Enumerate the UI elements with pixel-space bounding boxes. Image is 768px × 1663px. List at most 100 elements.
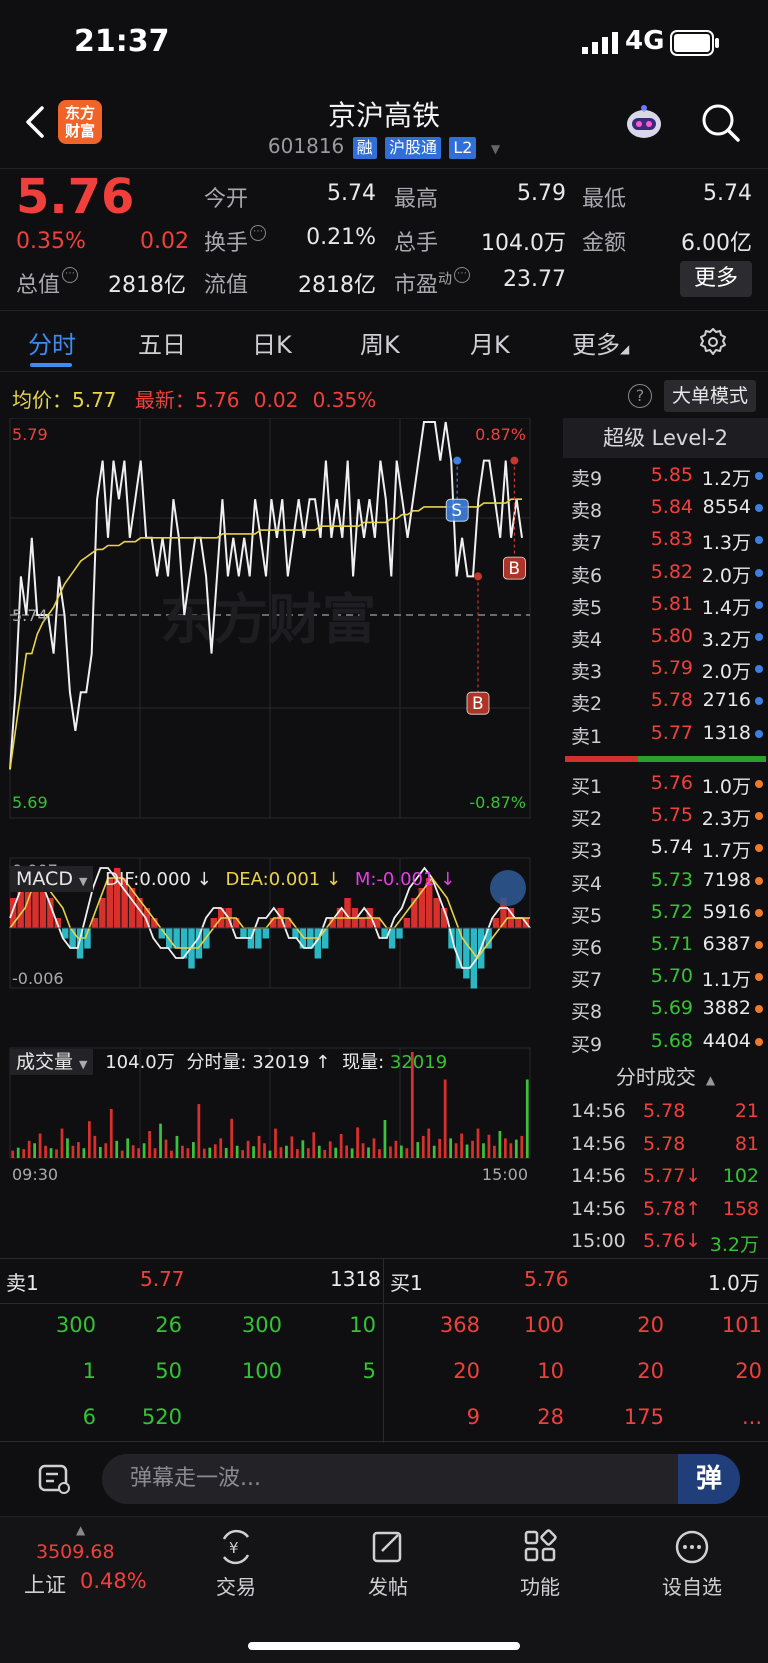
nav-add-watchlist[interactable]: 设自选 <box>632 1529 752 1600</box>
bid-row[interactable]: 买7 5.70 1.1万 <box>563 961 768 993</box>
tag-connect: 沪股通 <box>385 137 442 159</box>
book-volume: 2.0万 <box>701 661 751 684</box>
volume-bar <box>350 1148 354 1158</box>
book-volume: 4404 <box>702 1029 751 1052</box>
volume-bar <box>208 1147 212 1158</box>
book-price: 5.76 <box>650 772 693 794</box>
marker-dot <box>474 572 482 581</box>
ask-row[interactable]: 卖9 5.85 1.2万 <box>563 460 768 492</box>
nav-post[interactable]: 发帖 <box>328 1529 448 1600</box>
volume-bar <box>383 1119 387 1158</box>
nav-trade[interactable]: ¥ 交易 <box>176 1529 296 1600</box>
bid-row[interactable]: 买1 5.76 1.0万 <box>563 768 768 800</box>
book-price: 5.71 <box>650 933 693 955</box>
pe-value: 23.77 <box>503 267 566 292</box>
comment-list-icon[interactable] <box>38 1462 72 1496</box>
info-icon: ⋯ <box>62 267 79 283</box>
bid-row[interactable]: 买4 5.73 7198 <box>563 865 768 897</box>
index-name: 上证 <box>24 1573 66 1597</box>
ask-row[interactable]: 卖7 5.83 1.3万 <box>563 524 768 556</box>
level2-title[interactable]: 超级 Level-2 <box>563 418 768 458</box>
bid-row[interactable]: 买9 5.68 4404 <box>563 1026 768 1058</box>
bid-row[interactable]: 买8 5.69 3882 <box>563 993 768 1025</box>
volume-bar <box>471 1140 474 1158</box>
y-axis-ref: 5.74 <box>12 606 48 625</box>
queue-sell-order: 100 <box>241 1359 282 1383</box>
tab-daily-k[interactable]: 日K <box>252 325 292 360</box>
volume-bar <box>263 1143 266 1158</box>
pct-axis-top: 0.87% <box>475 425 526 444</box>
volume-selector[interactable]: 成交量 ▼ <box>10 1049 94 1075</box>
book-volume: 1318 <box>702 721 751 744</box>
macd-bar <box>463 928 470 979</box>
volume-bar <box>296 1149 299 1158</box>
volume-bar <box>476 1128 480 1158</box>
trade-row: 14:56 5.78 81 <box>563 1129 768 1161</box>
info-icon: ⋯ <box>454 267 471 283</box>
pe-label[interactable]: 市盈动 ⋯ <box>394 267 471 299</box>
tab-weekly-k[interactable]: 周K <box>360 325 400 360</box>
macd-selector[interactable]: MACD ▼ <box>10 866 94 892</box>
ask-row[interactable]: 卖3 5.79 2.0万 <box>563 653 768 685</box>
bid-row[interactable]: 买5 5.72 5916 <box>563 897 768 929</box>
queue-buy-order: 20 <box>637 1359 664 1383</box>
book-dot <box>755 568 763 577</box>
comment-bar: 弹幕走一波... 弹 <box>0 1442 768 1516</box>
book-price: 5.83 <box>650 528 693 551</box>
robot-assistant-icon[interactable] <box>622 102 666 146</box>
book-level: 买5 <box>571 904 603 927</box>
volume-bar <box>525 1079 529 1158</box>
last-change: 0.02 <box>253 388 299 412</box>
ask-row[interactable]: 卖2 5.78 2716 <box>563 685 768 717</box>
bid-row[interactable]: 买2 5.75 2.3万 <box>563 800 768 832</box>
volume-bar <box>306 1148 310 1158</box>
tab-intraday[interactable]: 分时 <box>28 325 76 360</box>
ask-row[interactable]: 卖8 5.84 8554 <box>563 492 768 524</box>
volume-bar <box>170 1150 173 1158</box>
volume-bar <box>197 1104 201 1158</box>
ask-row[interactable]: 卖1 5.77 1318 <box>563 718 768 750</box>
book-level: 卖2 <box>571 693 603 716</box>
trade-icon: ¥ <box>222 1529 250 1565</box>
tab-monthly-k[interactable]: 月K <box>470 325 510 360</box>
ask-row[interactable]: 卖5 5.81 1.4万 <box>563 589 768 621</box>
tab-more[interactable]: 更多◢ <box>572 325 629 360</box>
low-value: 5.74 <box>703 181 752 206</box>
ask-row[interactable]: 卖6 5.82 2.0万 <box>563 557 768 589</box>
book-price: 5.81 <box>650 592 693 615</box>
marker-label: S <box>451 501 462 521</box>
more-button[interactable]: 更多 <box>680 261 752 297</box>
book-volume: 1.3万 <box>701 532 751 555</box>
book-volume: 1.7万 <box>701 840 751 863</box>
volume-bar <box>317 1145 321 1158</box>
trade-row: 15:00 5.76↓ 3.2万 <box>563 1226 768 1258</box>
book-level: 卖4 <box>571 629 603 651</box>
intraday-chart[interactable]: 东方财富 SBB 5.790.87%5.745.69-0.87%0.007-0.… <box>0 418 563 1258</box>
nav-functions[interactable]: 功能 <box>480 1529 600 1600</box>
big-order-mode-button[interactable]: 大单模式 <box>664 380 756 412</box>
turnover-label[interactable]: 换手 ⋯ <box>204 225 267 257</box>
volume-bar <box>482 1143 485 1158</box>
price-info-line: 均价：5.77 最新：5.76 0.02 0.35% <box>12 384 376 413</box>
macd-bar <box>232 918 240 929</box>
ask-row[interactable]: 卖4 5.80 3.2万 <box>563 621 768 653</box>
mktcap-label[interactable]: 总值 ⋯ <box>16 267 79 299</box>
help-icon[interactable]: ? <box>628 384 652 408</box>
queue-buy-order: 101 <box>721 1313 762 1337</box>
danmu-button[interactable]: 弹 <box>678 1454 740 1504</box>
bid-row[interactable]: 买3 5.74 1.7万 <box>563 832 768 864</box>
trades-title[interactable]: 分时成交 ▲ <box>563 1060 768 1094</box>
tab-five-day[interactable]: 五日 <box>138 325 186 360</box>
bottom-nav: ▲ 3509.68 上证 0.48% ¥ 交易 发帖 功能 设自选 <box>0 1516 768 1663</box>
volume-bar <box>498 1131 502 1158</box>
trade-row: 14:56 5.78 21 <box>563 1096 768 1128</box>
macd-bar <box>99 898 106 929</box>
danmu-input[interactable]: 弹幕走一波... <box>102 1454 740 1504</box>
volume-bar <box>230 1118 234 1158</box>
gear-icon[interactable] <box>698 327 728 357</box>
book-dot <box>755 1037 763 1046</box>
search-icon[interactable] <box>700 102 742 144</box>
network-label: 4G <box>625 26 665 56</box>
bid-row[interactable]: 买6 5.71 6387 <box>563 929 768 961</box>
total-volume: 104.0万 <box>105 1052 175 1073</box>
